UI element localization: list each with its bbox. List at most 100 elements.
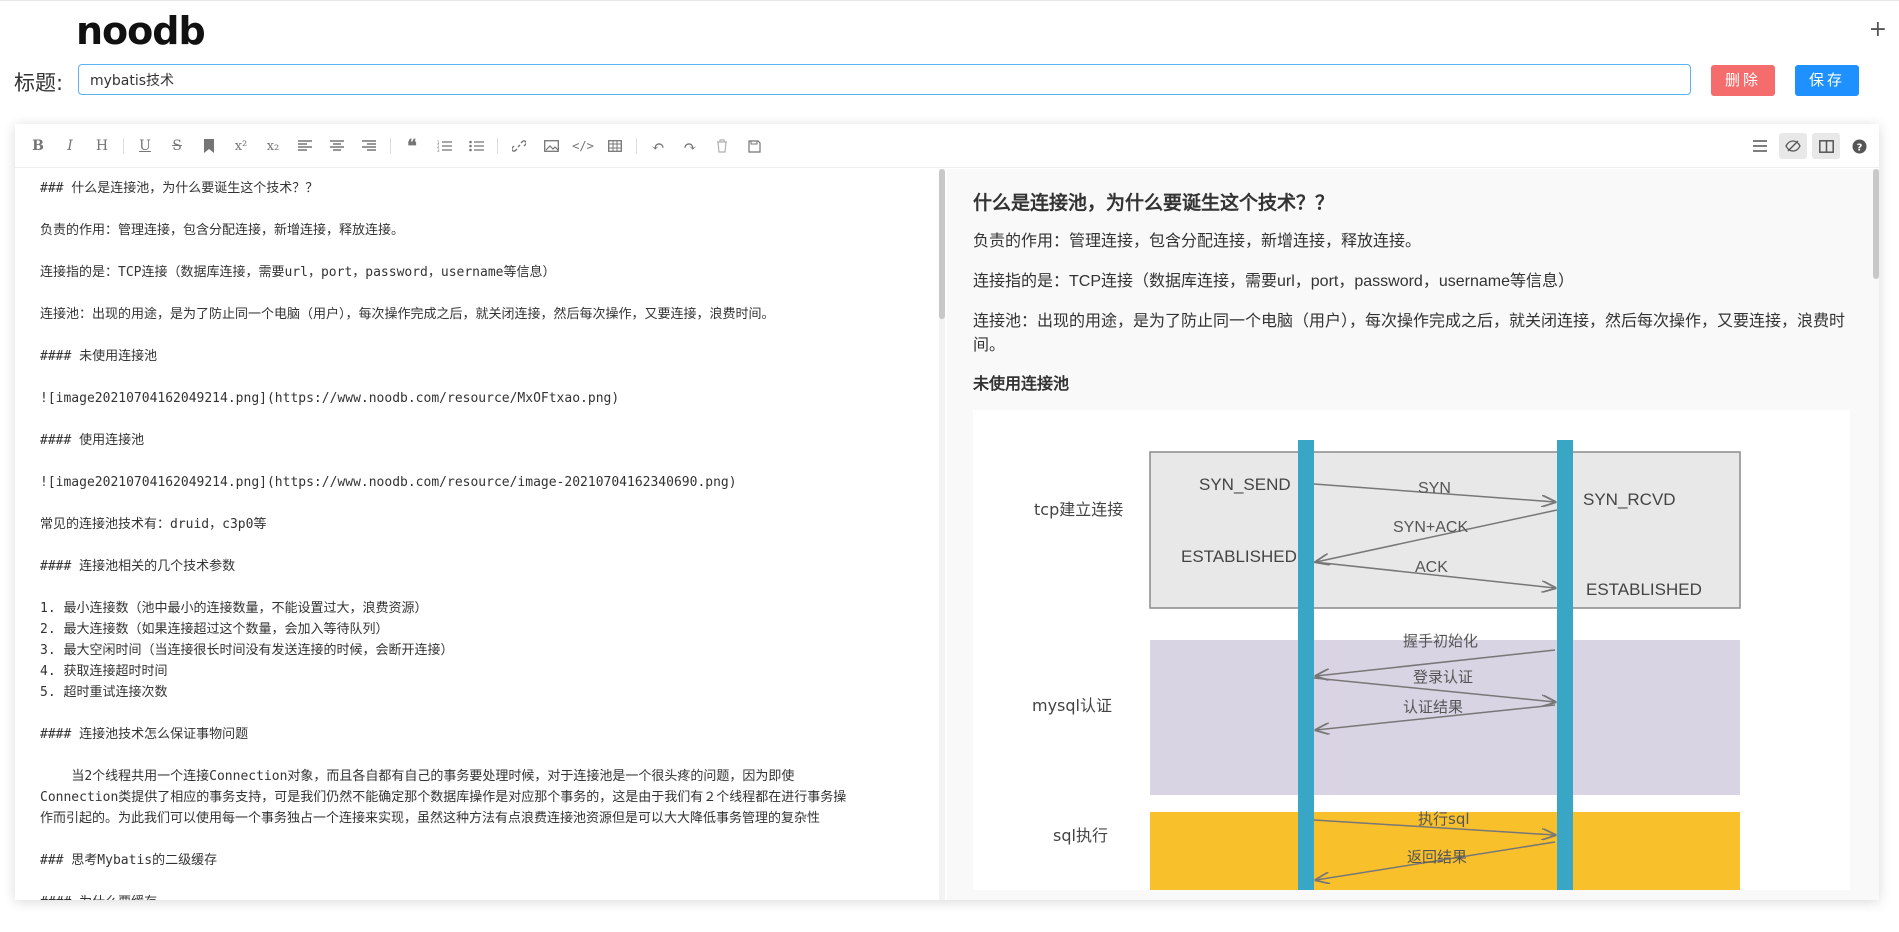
markdown-line[interactable]: #### 连接池相关的几个技术参数 [40, 556, 925, 577]
save-icon[interactable] [743, 135, 765, 157]
markdown-text[interactable]: ### 什么是连接池，为什么要诞生这个技术？？ 负责的作用：管理连接，包含分配连接… [40, 178, 925, 900]
mysql-stage-box [1150, 640, 1740, 795]
markdown-line[interactable]: 连接指的是：TCP连接（数据库连接，需要url，port，password，us… [40, 262, 925, 283]
unordered-list-icon[interactable] [465, 135, 487, 157]
markdown-line[interactable] [40, 493, 925, 514]
align-right-icon[interactable] [358, 135, 380, 157]
preview-scroll-thumb[interactable] [1873, 169, 1879, 279]
undo-icon[interactable]: ↶ [647, 135, 669, 157]
markdown-line[interactable] [40, 325, 925, 346]
state-syn-send: SYN_SEND [1199, 475, 1291, 494]
menu-icon[interactable] [1746, 133, 1774, 159]
markdown-line[interactable] [40, 703, 925, 724]
preview-paragraph: 负责的作用：管理连接，包含分配连接，新增连接，释放连接。 [973, 233, 1422, 250]
state-syn-rcvd: SYN_RCVD [1583, 490, 1676, 509]
source-scrollbar[interactable] [939, 169, 945, 900]
markdown-line[interactable] [40, 367, 925, 388]
save-button[interactable]: 保存 [1795, 65, 1859, 96]
msg-ack: ACK [1415, 559, 1448, 576]
markdown-line[interactable]: 2. 最大连接数（如果连接超过这个数量，会加入等待队列） [40, 619, 925, 640]
preview-heading: 什么是连接池，为什么要诞生这个技术？？ [973, 193, 1335, 214]
markdown-line[interactable]: #### 未使用连接池 [40, 346, 925, 367]
underline-icon[interactable]: U [134, 135, 156, 157]
split-view-icon[interactable] [1812, 133, 1840, 159]
strikethrough-icon[interactable]: S [166, 135, 188, 157]
image-icon[interactable] [540, 135, 562, 157]
preview-paragraph: 连接指的是：TCP连接（数据库连接，需要url，port，password，us… [973, 273, 1574, 290]
svg-text:3: 3 [437, 148, 440, 153]
markdown-line[interactable] [40, 409, 925, 430]
markdown-line[interactable]: 常见的连接池技术有：druid，c3p0等 [40, 514, 925, 535]
msg-auth-result: 认证结果 [1403, 698, 1463, 716]
markdown-source-pane[interactable]: ### 什么是连接池，为什么要诞生这个技术？？ 负责的作用：管理连接，包含分配连接… [15, 169, 945, 900]
markdown-line[interactable] [40, 829, 925, 850]
stage-label-tcp: tcp建立连接 [1034, 500, 1123, 519]
heading-icon[interactable]: H [91, 135, 113, 157]
link-icon[interactable] [508, 135, 530, 157]
top-bar: noodb + [0, 0, 1899, 56]
title-row: 标题: 删除 保存 [0, 62, 1899, 102]
state-established-client: ESTABLISHED [1181, 547, 1297, 566]
toolbar-divider [636, 138, 637, 154]
help-icon[interactable]: ? [1845, 133, 1873, 159]
msg-exec-sql: 执行sql [1418, 810, 1470, 828]
subscript-icon[interactable]: x₂ [262, 135, 284, 157]
markdown-line[interactable]: ![image20210704162049214.png](https://ww… [40, 388, 925, 409]
toolbar-right: ? [1741, 133, 1873, 159]
preview-content: 什么是连接池，为什么要诞生这个技术？？ 负责的作用：管理连接，包含分配连接，新增… [973, 191, 1853, 890]
add-icon[interactable]: + [1869, 19, 1887, 41]
markdown-line[interactable]: 4. 获取连接超时时间 [40, 661, 925, 682]
markdown-line[interactable] [40, 535, 925, 556]
connection-diagram-image: tcp建立连接 mysql认证 sql执行 SYN_SEND SYN_RCVD … [973, 410, 1850, 890]
markdown-line[interactable] [40, 283, 925, 304]
italic-icon[interactable]: I [59, 135, 81, 157]
preview-icon[interactable] [1779, 133, 1807, 159]
markdown-line[interactable] [40, 451, 925, 472]
trash-icon[interactable] [711, 135, 733, 157]
markdown-line[interactable]: 3. 最大空闲时间（当连接很长时间没有发送连接的时候，会断开连接） [40, 640, 925, 661]
bold-icon[interactable]: B [27, 135, 49, 157]
markdown-line[interactable]: #### 连接池技术怎么保证事物问题 [40, 724, 925, 745]
superscript-icon[interactable]: x² [230, 135, 252, 157]
align-center-icon[interactable] [326, 135, 348, 157]
markdown-line[interactable]: 作而引起的。为此我们可以使用每一个事务独占一个连接来实现，虽然这种方法有点浪费连… [40, 808, 925, 829]
ordered-list-icon[interactable]: 123 [433, 135, 455, 157]
delete-button[interactable]: 删除 [1711, 65, 1775, 96]
markdown-line[interactable]: 1. 最小连接数（池中最小的连接数量，不能设置过大，浪费资源） [40, 598, 925, 619]
markdown-line[interactable] [40, 241, 925, 262]
preview-scrollbar[interactable] [1873, 169, 1879, 900]
title-input[interactable] [78, 64, 1691, 95]
preview-subheading: 未使用连接池 [973, 376, 1070, 393]
markdown-line[interactable]: 5. 超时重试连接次数 [40, 682, 925, 703]
markdown-line[interactable] [40, 745, 925, 766]
markdown-line[interactable]: 负责的作用：管理连接，包含分配连接，新增连接，释放连接。 [40, 220, 925, 241]
svg-text:?: ? [1856, 142, 1862, 153]
markdown-line[interactable]: ### 思考Mybatis的二级缓存 [40, 850, 925, 871]
markdown-line[interactable]: #### 为什么要缓存 [40, 892, 925, 900]
msg-login-auth: 登录认证 [1413, 668, 1473, 686]
preview-paragraph: 连接池：出现的用途，是为了防止同一个电脑（用户），每次操作完成之后，就关闭连接，… [973, 313, 1846, 354]
msg-handshake-init: 握手初始化 [1403, 632, 1478, 650]
align-left-icon[interactable] [294, 135, 316, 157]
source-scroll-thumb[interactable] [939, 169, 945, 319]
code-icon[interactable]: </> [572, 135, 594, 157]
logo[interactable]: noodb [76, 11, 206, 51]
quote-icon[interactable]: ❝ [401, 135, 423, 157]
markdown-line[interactable]: 连接池：出现的用途，是为了防止同一个电脑（用户），每次操作完成之后，就关闭连接，… [40, 304, 925, 325]
markdown-line[interactable]: Connection类提供了相应的事务支持，可是我们仍然不能确定那个数据库操作是… [40, 787, 925, 808]
markdown-line[interactable]: 当2个线程共用一个连接Connection对象，而且各自都有自己的事务要处理时候… [40, 766, 925, 787]
bookmark-icon[interactable] [198, 135, 220, 157]
redo-icon[interactable]: ↷ [679, 135, 701, 157]
markdown-line[interactable]: #### 使用连接池 [40, 430, 925, 451]
server-lifeline [1557, 440, 1573, 890]
toolbar-divider [497, 138, 498, 154]
markdown-line[interactable] [40, 577, 925, 598]
table-icon[interactable] [604, 135, 626, 157]
toolbar-divider [123, 138, 124, 154]
markdown-line[interactable] [40, 199, 925, 220]
state-established-server: ESTABLISHED [1586, 580, 1702, 599]
markdown-line[interactable]: ![image20210704162049214.png](https://ww… [40, 472, 925, 493]
markdown-line[interactable]: ### 什么是连接池，为什么要诞生这个技术？？ [40, 178, 925, 199]
client-lifeline [1298, 440, 1314, 890]
markdown-line[interactable] [40, 871, 925, 892]
